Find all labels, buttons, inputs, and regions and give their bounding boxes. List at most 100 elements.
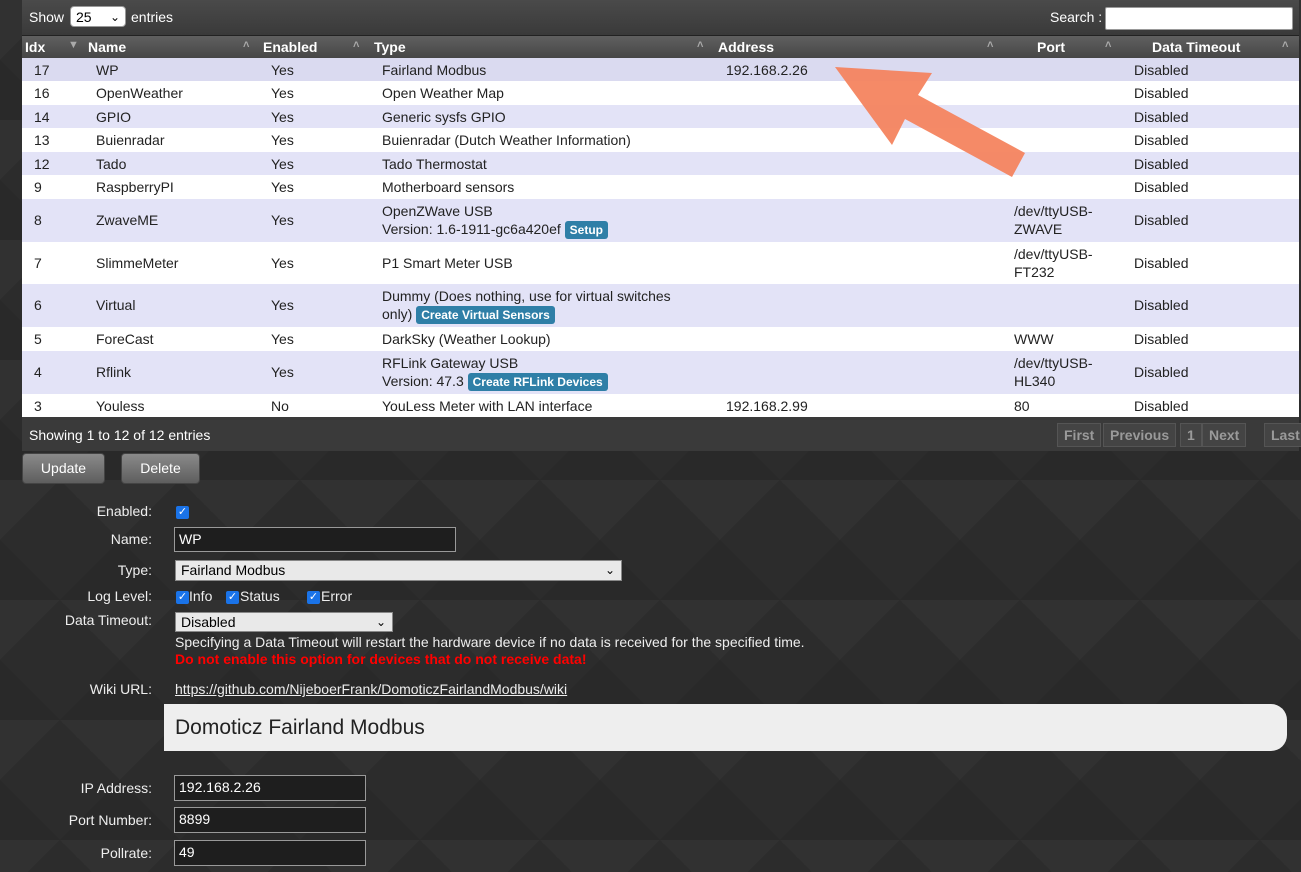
delete-button[interactable]: Delete bbox=[121, 453, 200, 484]
port-number-label: Port Number: bbox=[68, 812, 152, 828]
cell-type: Dummy (Does nothing, use for virtual swi… bbox=[382, 288, 671, 304]
cell-idx: 3 bbox=[34, 398, 42, 414]
col-header-name[interactable]: Name bbox=[88, 39, 126, 55]
type-select[interactable]: Fairland Modbus ⌄ bbox=[175, 560, 622, 581]
setup-button[interactable]: Setup bbox=[564, 221, 608, 239]
cell-type: Buienradar (Dutch Weather Information) bbox=[382, 132, 631, 148]
cell-data-timeout: Disabled bbox=[1134, 398, 1189, 414]
cell-data-timeout: Disabled bbox=[1134, 255, 1189, 271]
table-row[interactable]: 9 RaspberryPI Yes Motherboard sensors Di… bbox=[22, 175, 1299, 199]
data-timeout-note: Specifying a Data Timeout will restart t… bbox=[175, 634, 805, 650]
col-header-data-timeout[interactable]: Data Timeout bbox=[1152, 39, 1240, 55]
table-row[interactable]: 7 SlimmeMeter Yes P1 Smart Meter USB /de… bbox=[22, 242, 1299, 284]
plugin-description-box: Domoticz Fairland Modbus bbox=[164, 704, 1287, 751]
update-button[interactable]: Update bbox=[22, 453, 105, 484]
log-level-label: Log Level: bbox=[87, 588, 152, 604]
type-select-value: Fairland Modbus bbox=[181, 562, 286, 578]
table-row[interactable]: 16 OpenWeather Yes Open Weather Map Disa… bbox=[22, 81, 1299, 105]
create-rflink-devices-button[interactable]: Create RFLink Devices bbox=[467, 373, 608, 391]
cell-type: Generic sysfs GPIO bbox=[382, 109, 506, 125]
pager-page-1[interactable]: 1 bbox=[1180, 423, 1202, 447]
pager-previous[interactable]: Previous bbox=[1103, 423, 1177, 447]
log-info-checkbox[interactable]: ✓ bbox=[176, 591, 189, 604]
cell-enabled: No bbox=[271, 398, 289, 414]
cell-name: Rflink bbox=[96, 364, 132, 380]
cell-address: 192.168.2.99 bbox=[726, 398, 808, 414]
wiki-url-link[interactable]: https://github.com/NijeboerFrank/Domotic… bbox=[175, 681, 567, 697]
cell-enabled: Yes bbox=[271, 179, 294, 195]
cell-enabled: Yes bbox=[271, 364, 294, 380]
table-row[interactable]: 12 Tado Yes Tado Thermostat Disabled bbox=[22, 152, 1299, 175]
cell-port-line2: ZWAVE bbox=[1014, 221, 1063, 237]
cell-idx: 7 bbox=[34, 255, 42, 271]
log-status-checkbox[interactable]: ✓ bbox=[226, 591, 239, 604]
table-row[interactable]: 3 Youless No YouLess Meter with LAN inte… bbox=[22, 394, 1299, 417]
ip-address-input[interactable]: 192.168.2.26 bbox=[174, 775, 366, 801]
col-header-port[interactable]: Port bbox=[1037, 39, 1065, 55]
cell-name: ZwaveME bbox=[96, 212, 159, 228]
pager-first[interactable]: First bbox=[1057, 423, 1102, 447]
cell-data-timeout: Disabled bbox=[1134, 109, 1189, 125]
type-label: Type: bbox=[117, 562, 152, 578]
cell-port: /dev/ttyUSB- bbox=[1014, 203, 1093, 219]
cell-name: OpenWeather bbox=[96, 85, 183, 101]
cell-idx: 4 bbox=[34, 364, 42, 380]
pollrate-input[interactable]: 49 bbox=[174, 840, 366, 866]
port-number-input[interactable]: 8899 bbox=[174, 807, 366, 833]
table-row[interactable]: 8 ZwaveME Yes OpenZWave USB Version: 1.6… bbox=[22, 199, 1299, 242]
data-timeout-select[interactable]: Disabled ⌄ bbox=[175, 612, 393, 632]
col-header-idx[interactable]: Idx bbox=[25, 39, 45, 55]
cell-data-timeout: Disabled bbox=[1134, 364, 1189, 380]
col-header-address[interactable]: Address bbox=[718, 39, 774, 55]
sort-icon: ˄ bbox=[353, 39, 360, 51]
ip-address-label: IP Address: bbox=[80, 780, 152, 796]
col-header-enabled[interactable]: Enabled bbox=[263, 39, 317, 55]
name-input[interactable]: WP bbox=[174, 527, 456, 552]
table-row[interactable]: 13 Buienradar Yes Buienradar (Dutch Weat… bbox=[22, 128, 1299, 152]
cell-data-timeout: Disabled bbox=[1134, 212, 1189, 228]
cell-type: OpenZWave USB bbox=[382, 203, 493, 219]
cell-data-timeout: Disabled bbox=[1134, 331, 1189, 347]
cell-enabled: Yes bbox=[271, 156, 294, 172]
chevron-down-icon: ⌄ bbox=[375, 615, 386, 629]
search-input[interactable] bbox=[1105, 7, 1293, 30]
enabled-checkbox[interactable]: ✓ bbox=[176, 506, 189, 519]
sort-icon: ˄ bbox=[987, 39, 994, 51]
log-error-checkbox[interactable]: ✓ bbox=[307, 591, 320, 604]
data-timeout-label: Data Timeout: bbox=[64, 612, 152, 628]
cell-idx: 6 bbox=[34, 297, 42, 313]
table-row[interactable]: 14 GPIO Yes Generic sysfs GPIO Disabled bbox=[22, 105, 1299, 128]
cell-port-line2: FT232 bbox=[1014, 264, 1055, 280]
cell-type: Tado Thermostat bbox=[382, 156, 487, 172]
cell-idx: 5 bbox=[34, 331, 42, 347]
table-row[interactable]: 4 Rflink Yes RFLink Gateway USB Version:… bbox=[22, 351, 1299, 394]
log-error-label: Error bbox=[321, 588, 353, 604]
show-label: Show bbox=[29, 9, 65, 25]
sort-icon: ˄ bbox=[1105, 39, 1112, 51]
cell-idx: 17 bbox=[34, 62, 50, 78]
create-virtual-sensors-button[interactable]: Create Virtual Sensors bbox=[416, 306, 555, 324]
table-row[interactable]: 5 ForeCast Yes DarkSky (Weather Lookup) … bbox=[22, 327, 1299, 351]
cell-enabled: Yes bbox=[271, 85, 294, 101]
enabled-label: Enabled: bbox=[96, 503, 152, 519]
table-row[interactable]: 6 Virtual Yes Dummy (Does nothing, use f… bbox=[22, 284, 1299, 327]
entries-per-page-value: 25 bbox=[76, 9, 92, 25]
data-timeout-warning: Do not enable this option for devices th… bbox=[175, 651, 587, 667]
pager-next[interactable]: Next bbox=[1202, 423, 1247, 447]
entries-per-page-select[interactable]: 25 ⌄ bbox=[70, 6, 126, 27]
cell-enabled: Yes bbox=[271, 62, 294, 78]
pager-last[interactable]: Last bbox=[1264, 423, 1301, 447]
table-toolbar: Show 25 ⌄ entries Search : bbox=[22, 0, 1299, 36]
plugin-title: Domoticz Fairland Modbus bbox=[175, 716, 425, 739]
cell-data-timeout: Disabled bbox=[1134, 297, 1189, 313]
cell-type: Motherboard sensors bbox=[382, 179, 515, 195]
cell-data-timeout: Disabled bbox=[1134, 156, 1189, 172]
cell-enabled: Yes bbox=[271, 297, 294, 313]
cell-idx: 8 bbox=[34, 212, 42, 228]
cell-name: Virtual bbox=[96, 297, 136, 313]
name-label: Name: bbox=[110, 531, 152, 547]
cell-port: WWW bbox=[1014, 331, 1054, 347]
table-row[interactable]: 17 WP Yes Fairland Modbus 192.168.2.26 D… bbox=[22, 58, 1299, 81]
cell-port: /dev/ttyUSB- bbox=[1014, 355, 1093, 371]
col-header-type[interactable]: Type bbox=[374, 39, 406, 55]
